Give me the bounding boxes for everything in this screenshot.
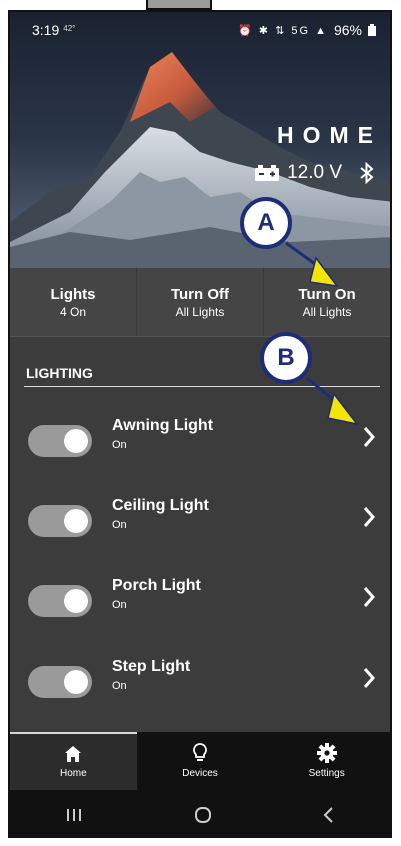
callout-a-label: A [257,209,275,236]
annotation-arrows [285,241,359,426]
callout-b-badge: B [260,332,312,384]
callout-a-badge: A [240,197,292,249]
callout-b-label: B [277,344,295,371]
arrow-b-head [327,392,359,426]
